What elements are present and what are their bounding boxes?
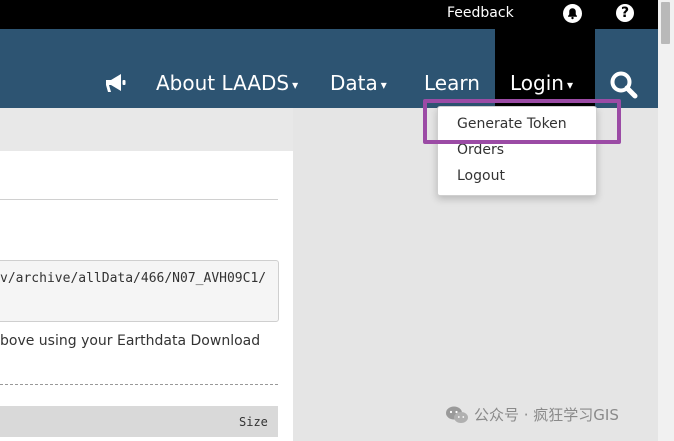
dashed-divider bbox=[0, 384, 278, 385]
nav-about-laads[interactable]: About LAADS ▾ bbox=[156, 71, 298, 95]
nav-data[interactable]: Data ▾ bbox=[330, 71, 387, 95]
download-hint-text: bove using your Earthdata Download bbox=[0, 333, 261, 349]
nav-login-label: Login bbox=[510, 71, 564, 95]
column-header-size[interactable]: Size bbox=[239, 415, 268, 429]
nav-data-label: Data bbox=[330, 71, 378, 95]
menu-item-orders[interactable]: Orders bbox=[457, 142, 504, 158]
wechat-icon bbox=[446, 406, 468, 423]
top-bar bbox=[0, 0, 658, 29]
divider bbox=[0, 199, 278, 200]
panel-header-strip bbox=[0, 108, 293, 151]
file-table-header bbox=[0, 406, 278, 437]
bell-icon[interactable] bbox=[563, 4, 582, 23]
chevron-down-icon: ▾ bbox=[292, 77, 299, 92]
chevron-down-icon: ▾ bbox=[380, 77, 387, 92]
watermark: 公众号 · 疯狂学习GIS bbox=[445, 404, 619, 425]
bell-icon-glyph bbox=[568, 8, 577, 20]
chevron-down-icon: ▾ bbox=[566, 77, 573, 92]
menu-item-logout[interactable]: Logout bbox=[457, 168, 505, 184]
archive-path-text: v/archive/allData/466/N07_AVH09C1/ bbox=[0, 271, 267, 286]
nav-learn-label: Learn bbox=[424, 71, 480, 95]
highlight-box bbox=[423, 99, 621, 144]
megaphone-icon[interactable] bbox=[104, 72, 128, 94]
feedback-link[interactable]: Feedback bbox=[447, 5, 514, 21]
scrollbar-track[interactable] bbox=[658, 0, 674, 441]
scrollbar-thumb[interactable] bbox=[661, 2, 670, 44]
archive-path-box[interactable] bbox=[0, 260, 279, 322]
nav-login[interactable]: Login ▾ bbox=[510, 71, 573, 95]
login-active-background bbox=[495, 29, 595, 108]
nav-about-laads-label: About LAADS bbox=[156, 71, 290, 95]
nav-learn[interactable]: Learn bbox=[424, 71, 480, 95]
watermark-text: 公众号 · 疯狂学习GIS bbox=[474, 406, 619, 424]
search-icon[interactable] bbox=[609, 70, 639, 100]
help-icon[interactable]: ? bbox=[616, 4, 634, 22]
